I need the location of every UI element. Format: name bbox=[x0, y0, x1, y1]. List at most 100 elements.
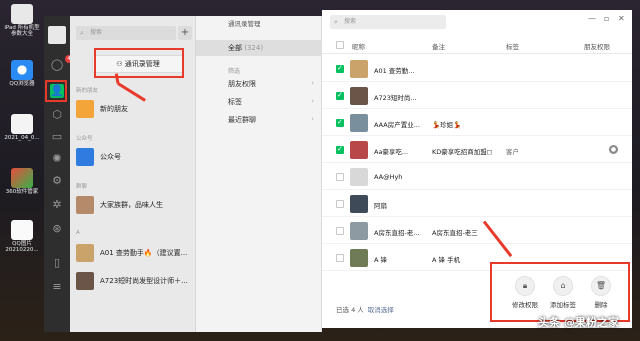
list-item[interactable]: 新的朋友 bbox=[70, 96, 196, 122]
avatar bbox=[350, 87, 368, 105]
avatar[interactable] bbox=[48, 26, 66, 44]
watermark: 头条 @果粉之家 bbox=[538, 316, 619, 329]
avatar bbox=[350, 60, 368, 78]
table-row[interactable]: A01 查劳勤... bbox=[322, 56, 632, 82]
search-placeholder: 搜索 bbox=[344, 18, 357, 25]
contact-tag: 客户 bbox=[506, 148, 519, 156]
search-icon[interactable]: ✲ bbox=[50, 198, 64, 212]
list-item[interactable]: A723短时尚发型设计师＋... bbox=[70, 268, 196, 294]
desktop-icon-qq-image[interactable]: QQ图片20210220... bbox=[4, 220, 40, 254]
chevron-right-icon: › bbox=[311, 79, 314, 87]
column-header-permission: 朋友权限 bbox=[584, 43, 610, 51]
moments-icon[interactable]: ✺ bbox=[50, 152, 64, 166]
filter-item-label: 朋友权限 bbox=[228, 80, 256, 88]
new-friend-icon bbox=[76, 100, 94, 118]
table-row[interactable]: Aa豪享吃... KD豪享吃招商加盟◻ 客户 ● bbox=[322, 137, 632, 163]
contact-nickname: A房东直招-老... bbox=[374, 229, 420, 237]
filter-all[interactable]: 全部 (324) bbox=[196, 40, 322, 56]
desktop-icon-label: QQ图片20210220... bbox=[5, 241, 39, 254]
desktop-icon-file[interactable]: 2021_04_0... bbox=[4, 114, 40, 141]
table-row[interactable]: AA@Hyh bbox=[322, 164, 632, 190]
row-checkbox[interactable] bbox=[336, 91, 344, 100]
list-item-label: 新的朋友 bbox=[100, 105, 128, 113]
table-row[interactable]: 阿扇 bbox=[322, 191, 632, 217]
mini-program-icon[interactable]: ⚙ bbox=[50, 174, 64, 188]
section-label: 公众号 bbox=[76, 136, 93, 142]
row-checkbox[interactable] bbox=[336, 173, 344, 181]
table-row[interactable]: A房东直招-老... A房东直招-老三 bbox=[322, 218, 632, 244]
desktop-icons-column: iPad 所有机型参数大全 QQ浏览器 2021_04_0... 360软件管家… bbox=[0, 0, 44, 341]
minimize-icon[interactable]: — bbox=[588, 14, 596, 23]
row-checkbox[interactable] bbox=[336, 254, 344, 262]
section-label: 新的朋友 bbox=[76, 88, 99, 94]
chevron-right-icon: › bbox=[311, 97, 314, 105]
search-icon: ⌕ bbox=[80, 29, 84, 37]
cancel-selection-link[interactable]: 取消选择 bbox=[368, 306, 394, 314]
filter-item-label: 标签 bbox=[228, 98, 242, 106]
contact-nickname: A723短时尚... bbox=[374, 94, 417, 102]
column-header-name[interactable]: 昵称 bbox=[352, 41, 365, 51]
desktop-icon-label: 360软件管家 bbox=[5, 189, 39, 195]
link-icon[interactable]: ⊛ bbox=[50, 222, 64, 236]
filter-item-permission[interactable]: 朋友权限 › bbox=[228, 79, 318, 89]
contact-nickname: A 锋 bbox=[374, 256, 388, 264]
selection-footer: 已选 4 人取消选择 bbox=[336, 304, 394, 314]
desktop-icon-label: iPad 所有机型参数大全 bbox=[4, 25, 40, 38]
contact-nickname: A01 查劳勤... bbox=[374, 67, 415, 75]
app-store-icon bbox=[11, 168, 33, 188]
desktop-icon-360[interactable]: 360软件管家 bbox=[4, 168, 40, 195]
list-item-label: 大家族群，品味人生 bbox=[100, 201, 163, 209]
avatar bbox=[76, 244, 94, 262]
list-item[interactable]: 大家族群，品味人生 bbox=[70, 192, 196, 218]
filter-all-count: (324) bbox=[244, 44, 264, 52]
menu-icon[interactable]: ≡ bbox=[50, 280, 64, 294]
desktop-icon-label: 2021_04_0... bbox=[4, 135, 40, 141]
search-input[interactable]: ⌕ 搜索 bbox=[76, 26, 176, 40]
avatar bbox=[350, 141, 368, 159]
close-icon[interactable]: ✕ bbox=[618, 14, 625, 23]
row-checkbox[interactable] bbox=[336, 227, 344, 235]
desktop-icon-ipad-doc[interactable]: iPad 所有机型参数大全 bbox=[4, 4, 40, 38]
chat-icon[interactable]: ◯ 4 bbox=[50, 55, 73, 72]
filter-panel: 通讯录管理 全部 (324) 筛选 朋友权限 › 标签 › 最近群聊 › bbox=[196, 16, 322, 332]
qr-image-icon bbox=[11, 220, 33, 240]
official-account-icon bbox=[76, 148, 94, 166]
avatar bbox=[350, 195, 368, 213]
maximize-icon[interactable]: ▫ bbox=[604, 14, 609, 23]
row-checkbox[interactable] bbox=[336, 145, 344, 154]
manager-highlight-box bbox=[94, 48, 184, 78]
list-item[interactable]: A01 查劳勤手🔥（建议置... bbox=[70, 240, 196, 266]
document-icon bbox=[11, 4, 33, 24]
table-search-input[interactable]: ⌕ 搜索 bbox=[330, 15, 446, 29]
contact-remark: A房东直招-老三 bbox=[432, 229, 478, 237]
row-checkbox[interactable] bbox=[336, 64, 344, 73]
contact-remark: KD豪享吃招商加盟◻ bbox=[432, 148, 493, 156]
table-row[interactable]: AAA房产置业... 💃珍姐💃 bbox=[322, 110, 632, 136]
favorites-icon[interactable]: ⬡ bbox=[50, 108, 64, 122]
section-label: 群聊 bbox=[76, 184, 88, 190]
select-all-checkbox[interactable] bbox=[336, 41, 344, 49]
column-header-remark: 备注 bbox=[432, 43, 445, 51]
desktop-icon-qq-browser[interactable]: QQ浏览器 bbox=[4, 60, 40, 87]
table-row[interactable]: A723短时尚... bbox=[322, 83, 632, 109]
qq-browser-icon bbox=[11, 60, 33, 80]
contact-remark: 💃珍姐💃 bbox=[432, 121, 462, 129]
avatar bbox=[350, 249, 368, 267]
avatar bbox=[350, 168, 368, 186]
filter-item-recent-groups[interactable]: 最近群聊 › bbox=[228, 115, 318, 125]
phone-icon[interactable]: ▯ bbox=[50, 256, 64, 270]
wechat-nav-bar: ◯ 4 👤 ⬡ ▭ ✺ ⚙ ✲ ⊛ ▯ ≡ bbox=[44, 16, 73, 332]
search-placeholder: 搜索 bbox=[90, 29, 103, 36]
row-checkbox[interactable] bbox=[336, 118, 344, 127]
list-item-label: A723短时尚发型设计师＋... bbox=[100, 277, 188, 285]
add-button[interactable]: + bbox=[178, 26, 192, 40]
contacts-highlight-box bbox=[45, 80, 67, 102]
list-item-label: A01 查劳勤手🔥（建议置... bbox=[100, 249, 188, 257]
list-item[interactable]: 公众号 bbox=[70, 144, 196, 170]
filter-item-tag[interactable]: 标签 › bbox=[228, 97, 318, 107]
contact-nickname: AA@Hyh bbox=[374, 173, 403, 181]
folder-icon[interactable]: ▭ bbox=[50, 130, 64, 144]
contact-nickname: Aa豪享吃... bbox=[374, 148, 409, 156]
permission-icon: ● bbox=[609, 145, 618, 154]
row-checkbox[interactable] bbox=[336, 200, 344, 208]
